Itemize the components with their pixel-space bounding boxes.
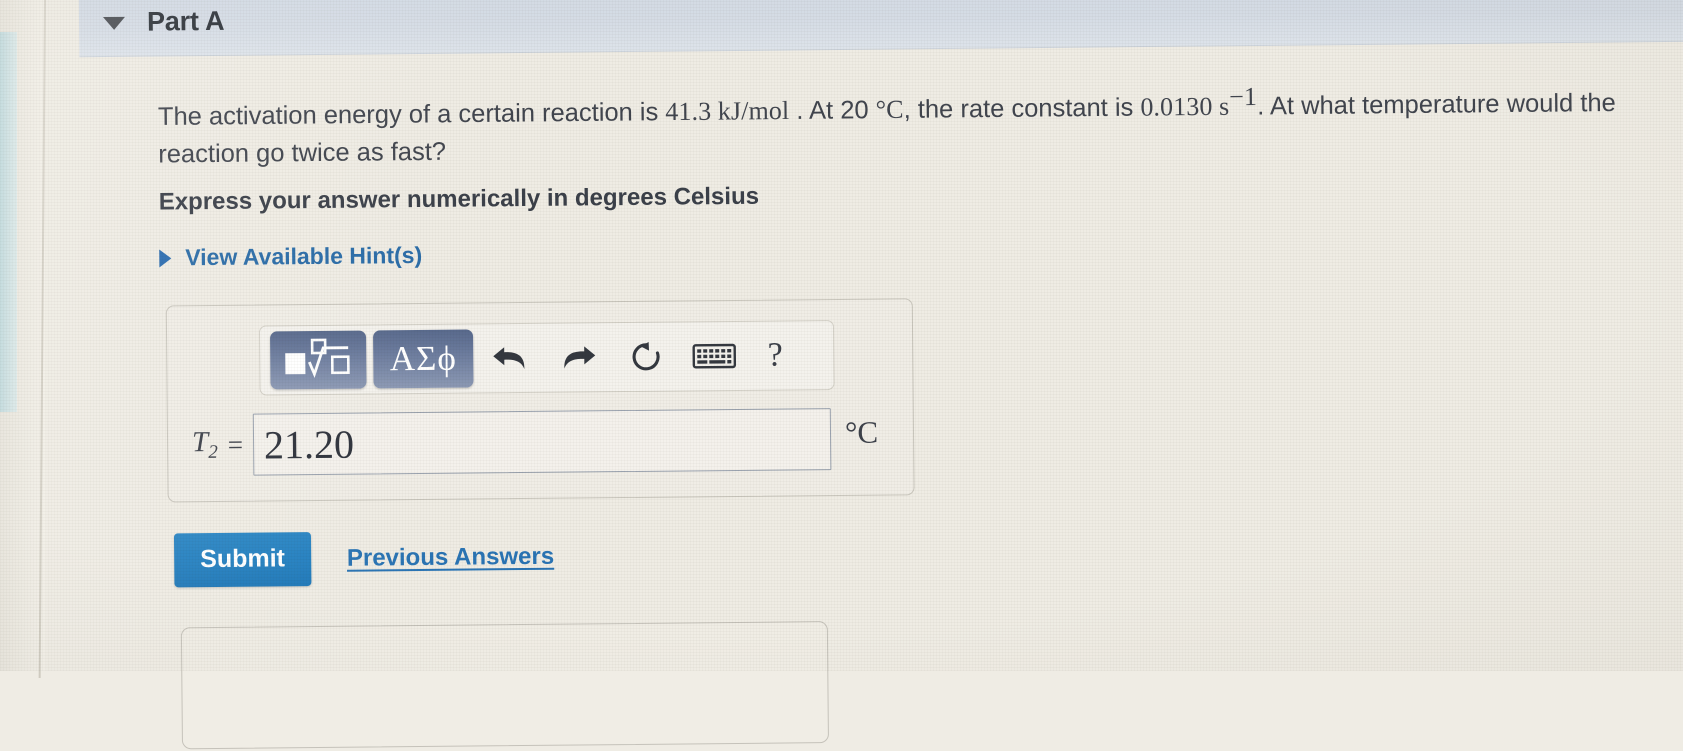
submit-button[interactable]: Submit xyxy=(173,532,312,588)
question-line-1-mid: . At 20 xyxy=(789,96,876,125)
math-template-button[interactable] xyxy=(270,330,367,390)
page-title: Part A xyxy=(146,5,225,37)
submit-actions-row: Submit Previous Answers xyxy=(173,530,554,588)
keyboard-icon[interactable] xyxy=(684,327,745,386)
question-line-1-tail: . At what temperature would the xyxy=(1257,89,1616,121)
question-line-1-pre: The activation energy of a certain react… xyxy=(157,98,666,132)
triangle-down-icon[interactable] xyxy=(102,16,126,31)
answer-input[interactable] xyxy=(252,408,832,476)
square-root-template-icon xyxy=(282,337,354,383)
rate-constant-value: 0.0130 s xyxy=(1140,91,1230,122)
variable-symbol: T xyxy=(191,426,209,459)
celsius-unit-inline: °C xyxy=(875,94,904,125)
math-editor-toolbar: ΑΣϕ ? xyxy=(258,320,835,396)
equals-sign: = xyxy=(227,429,244,460)
activation-energy-value: 41.3 kJ/mol xyxy=(665,95,790,127)
next-section-panel xyxy=(180,621,829,750)
answer-unit-label: °C xyxy=(844,414,879,450)
redo-arrow-icon[interactable] xyxy=(548,328,609,387)
part-header-bar[interactable]: Part A xyxy=(78,0,1683,58)
rate-constant-exponent: −1 xyxy=(1229,81,1258,112)
variable-label: T2 xyxy=(192,426,218,464)
help-question-mark-button[interactable]: ? xyxy=(752,336,798,374)
answer-entry-panel: ΑΣϕ ? T2 = 21.20 °C xyxy=(165,298,915,503)
greek-symbols-label: ΑΣϕ xyxy=(389,338,457,379)
reset-circular-arrow-icon[interactable] xyxy=(616,328,677,387)
question-text-block: The activation energy of a certain react… xyxy=(158,74,1683,173)
view-available-hints-label: View Available Hint(s) xyxy=(185,241,423,271)
greek-symbols-button[interactable]: ΑΣϕ xyxy=(373,329,474,389)
triangle-right-icon[interactable] xyxy=(159,248,172,267)
view-available-hints-toggle[interactable]: View Available Hint(s) xyxy=(159,242,422,272)
previous-answers-link[interactable]: Previous Answers xyxy=(347,543,554,573)
variable-subscript: 2 xyxy=(208,441,218,463)
undo-arrow-icon[interactable] xyxy=(480,329,541,388)
answer-input-row: T2 = xyxy=(192,408,832,476)
question-line-1-mid2: , the rate constant is xyxy=(903,93,1141,124)
answer-format-instruction: Express your answer numerically in degre… xyxy=(158,182,760,216)
assignment-content: Part A The activation energy of a certai… xyxy=(0,0,1683,750)
